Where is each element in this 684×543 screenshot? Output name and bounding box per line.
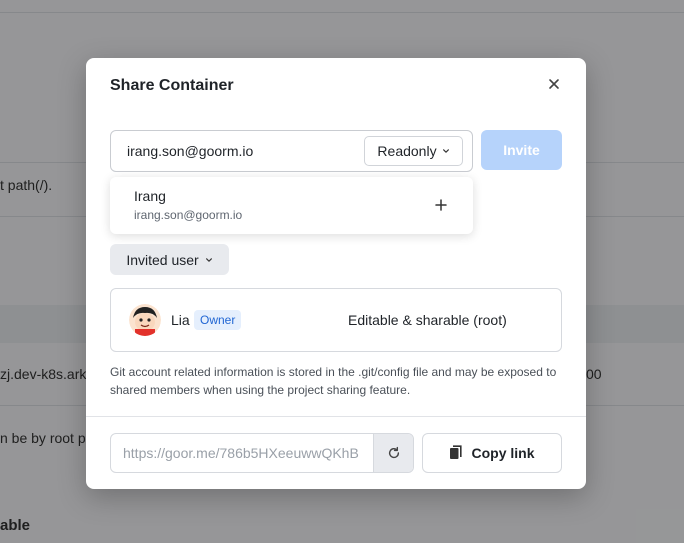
user-suggestion-item[interactable]: Irang irang.son@goorm.io (110, 177, 473, 234)
refresh-link-button[interactable] (373, 434, 413, 472)
copy-icon (450, 445, 463, 459)
refresh-icon (388, 446, 399, 459)
close-icon[interactable] (546, 76, 562, 92)
invited-user-toggle[interactable]: Invited user (110, 244, 229, 275)
permission-select[interactable]: Readonly (364, 136, 463, 166)
copy-link-label: Copy link (471, 445, 535, 461)
divider (86, 416, 586, 417)
invited-user-list: Lia Owner Editable & sharable (root) (110, 288, 562, 352)
user-permission: Editable & sharable (root) (348, 312, 507, 328)
permission-select-value: Readonly (377, 143, 437, 159)
owner-badge: Owner (194, 310, 242, 330)
share-link-field (110, 433, 414, 473)
copy-link-button[interactable]: Copy link (422, 433, 562, 473)
suggestion-email: irang.son@goorm.io (134, 208, 243, 222)
invite-button[interactable]: Invite (481, 130, 562, 170)
avatar (129, 304, 161, 336)
plus-icon[interactable] (435, 195, 447, 216)
email-input[interactable] (127, 131, 357, 171)
share-container-dialog: Share Container Readonly Invite Irang ir… (86, 58, 586, 489)
email-field-container: Readonly (110, 130, 473, 172)
git-config-notice: Git account related information is store… (110, 365, 557, 397)
suggestion-name: Irang (134, 188, 166, 204)
user-name: Lia (171, 312, 190, 328)
chevron-down-icon (442, 149, 449, 153)
invited-user-label: Invited user (126, 251, 199, 268)
share-link-input[interactable] (123, 434, 363, 472)
dialog-title: Share Container (110, 77, 234, 94)
chevron-down-icon (205, 257, 212, 262)
